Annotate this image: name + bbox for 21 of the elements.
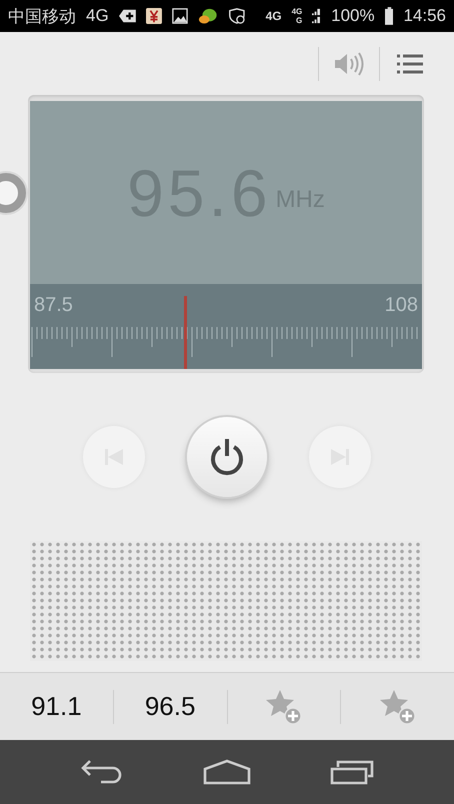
tuning-needle[interactable]: [184, 296, 187, 369]
image-icon: [172, 7, 188, 25]
range-max: 108: [384, 294, 418, 317]
battery-percentage: 100%: [331, 6, 375, 26]
network-type: 4G: [86, 6, 109, 26]
notification-icon: [118, 8, 136, 24]
shield-icon: [228, 7, 246, 25]
carrier-name: 中国移动: [8, 6, 76, 28]
preset-station[interactable]: 96.5: [136, 687, 204, 726]
yen-icon: [146, 7, 162, 25]
battery-icon: [384, 6, 394, 26]
power-button[interactable]: [187, 417, 267, 497]
power-icon: [209, 438, 245, 476]
range-min: 87.5: [34, 294, 73, 317]
preset-station[interactable]: 91.1: [23, 687, 90, 726]
chat-icon: [198, 7, 218, 25]
clock: 14:56: [403, 6, 446, 26]
signal-label: 4G: [292, 7, 302, 16]
network-type: 4G: [266, 9, 282, 23]
signal-icon: [312, 7, 322, 25]
signal-label: G: [295, 16, 302, 25]
